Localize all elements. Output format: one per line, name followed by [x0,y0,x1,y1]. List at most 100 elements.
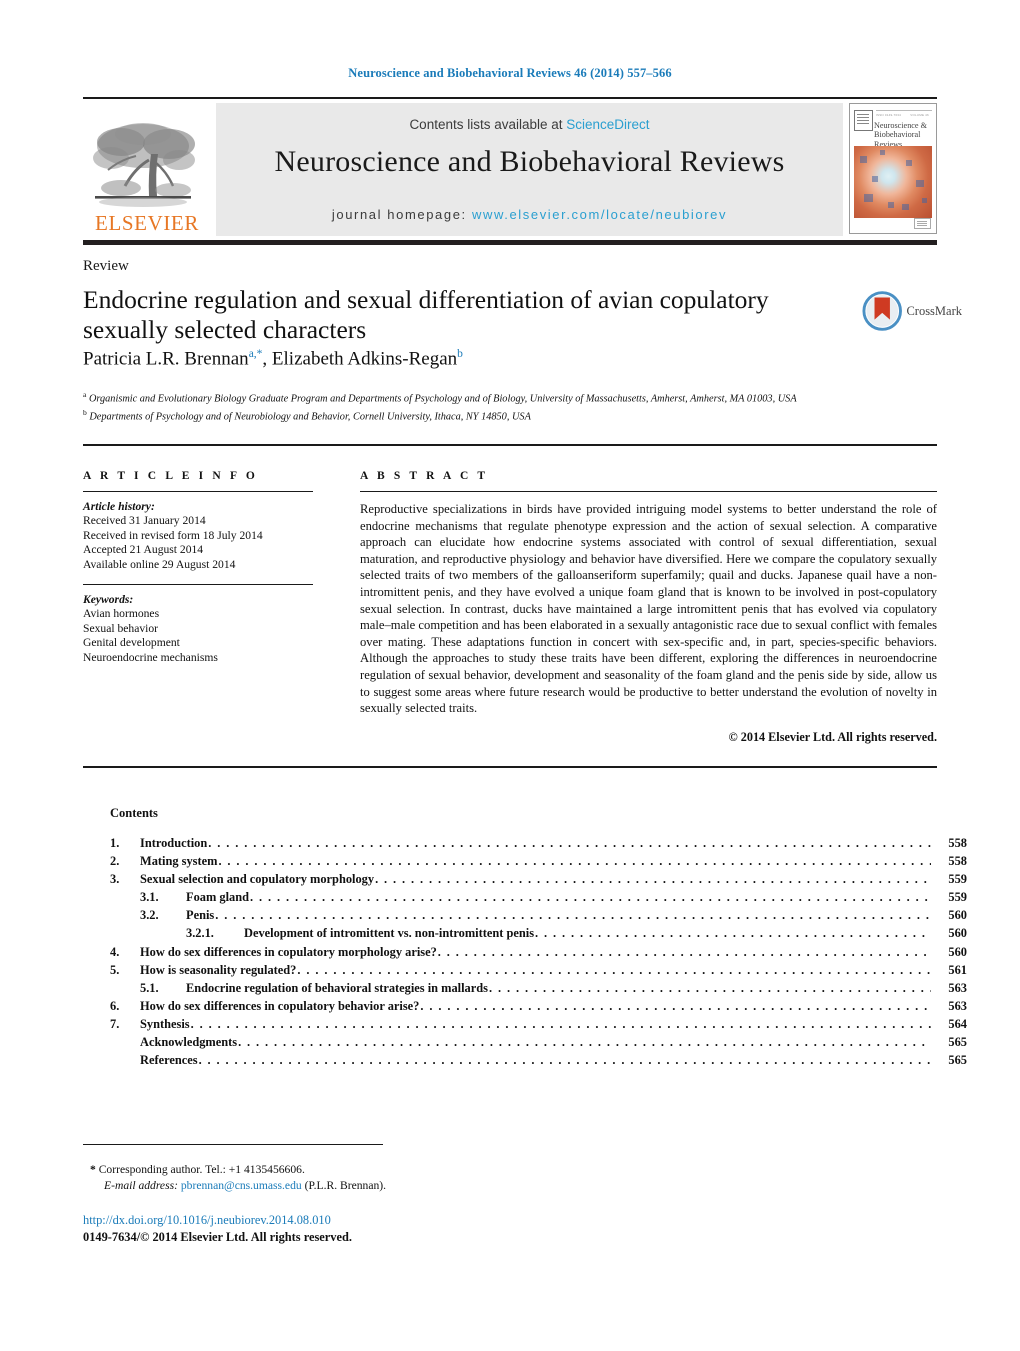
toc-row-label[interactable]: How is seasonality regulated? [140,963,296,978]
author-list: Patricia L.R. Brennana,*, Elizabeth Adki… [83,348,463,370]
corresponding-author-note: * Corresponding author. Tel.: +1 4135456… [90,1162,710,1193]
cover-journal-title: Neuroscience & Biobehavioral Reviews [874,121,927,149]
toc-row-page: 564 [948,1016,967,1031]
toc-row-number: 3. [110,872,120,887]
toc-leader-dots: . . . . . . . . . . . . . . . . . . . . … [535,926,931,941]
toc-row[interactable]: 3.2. Penis. . . . . . . . . . . . . . . .… [110,908,967,926]
keywords-block: Keywords: Avian hormones Sexual behavior… [83,593,313,665]
email-label: E-mail address: [104,1178,178,1192]
article-info-heading: A R T I C L E I N F O [83,470,258,482]
article-info-column: A R T I C L E I N F O Article history: R… [83,470,313,665]
toc-row-label[interactable]: How do sex differences in copulatory mor… [140,945,437,960]
article-history-label: Article history: [83,500,155,513]
toc-row-page: 558 [948,854,967,869]
toc-row[interactable]: 4. How do sex differences in copulatory m… [110,945,967,963]
affiliation-b: b Departments of Psychology and of Neuro… [83,406,873,424]
toc-row-label[interactable]: Development of intromittent vs. non-intr… [244,926,534,941]
keyword-item: Avian hormones [83,607,160,621]
table-of-contents: 1. Introduction . . . . . . . . . . . . . … [110,836,967,1071]
toc-row[interactable]: 6. How do sex differences in copulatory b… [110,999,967,1017]
toc-row-label[interactable]: Foam gland [186,890,249,905]
affiliation-b-text: Departments of Psychology and of Neurobi… [89,411,531,423]
toc-row[interactable]: 3.1. Foam gland. . . . . . . . . . . . . … [110,890,967,908]
toc-row-label[interactable]: Mating system [140,854,217,869]
toc-leader-dots: . . . . . . . . . . . . . . . . . . . . … [297,962,931,977]
toc-leader-dots: . . . . . . . . . . . . . . . . . . . . … [218,854,931,869]
toc-row-number: 4. [110,944,120,959]
keywords-label: Keywords: [83,593,134,607]
abstract-bottom-rule [83,766,937,768]
toc-row-page: 558 [948,836,967,850]
journal-band: Contents lists available at ScienceDirec… [216,103,843,236]
corresponding-author-line: * Corresponding author. Tel.: +1 4135456… [90,1162,710,1178]
toc-row-label[interactable]: Sexual selection and copulatory morpholo… [140,872,374,887]
doi-link[interactable]: http://dx.doi.org/10.1016/j.neubiorev.20… [83,1213,331,1228]
toc-row[interactable]: Acknowledgments. . . . . . . . . . . . .… [110,1035,967,1053]
keyword-item: Neuroendocrine mechanisms [83,650,218,664]
footnote-rule [83,1144,383,1145]
email-line: E-mail address: pbrennan@cns.umass.edu (… [90,1178,710,1194]
toc-row-label[interactable]: Endocrine regulation of behavioral strat… [186,981,488,996]
elsevier-tree-icon [93,123,195,207]
email-link[interactable]: pbrennan@cns.umass.edu [181,1179,302,1192]
toc-leader-dots: . . . . . . . . . . . . . . . . . . . . … [488,980,931,995]
toc-row-number: 5.1. [140,980,159,995]
abstract-rule [360,491,937,492]
sciencedirect-link[interactable]: ScienceDirect [566,117,649,132]
page-title: Endocrine regulation and sexual differen… [83,285,769,344]
toc-row[interactable]: 1. Introduction. . . . . . . . . . . . . … [110,836,967,854]
toc-row-label[interactable]: Introduction [140,836,207,851]
toc-row-label[interactable]: References [140,1053,198,1068]
toc-leader-dots: . . . . . . . . . . . . . . . . . . . . … [198,1053,931,1068]
toc-row-label[interactable]: Acknowledgments [140,1035,237,1050]
toc-row-page: 559 [948,890,967,905]
toc-row[interactable]: 7. Synthesis. . . . . . . . . . . . . . .… [110,1017,967,1035]
toc-row-page: 560 [948,944,967,959]
crossmark-badge[interactable]: CrossMark [862,288,962,334]
toc-row[interactable]: 2. Mating system. . . . . . . . . . . . .… [110,854,967,872]
author-one-affil-marker: a,* [248,348,263,360]
crossmark-label: CrossMark [906,303,962,318]
abstract-heading: A B S T R A C T [360,470,489,482]
elsevier-logo: ELSEVIER [83,103,211,236]
toc-row-page: 565 [948,1053,967,1068]
toc-row-number: 1. [110,836,120,850]
affiliation-a: a Organismic and Evolutionary Biology Gr… [83,388,873,406]
toc-row-number: 6. [110,998,120,1013]
cover-masthead-microtext: ISSN 0149-7634 VOLUME 46 [876,113,929,117]
article-info-rule [83,491,313,492]
journal-cover-thumbnail: ISSN 0149-7634 VOLUME 46 Neuroscience & … [849,103,937,234]
history-item: Received in revised form 18 July 2014 [83,528,263,542]
toc-leader-dots: . . . . . . . . . . . . . . . . . . . . … [190,1016,931,1031]
toc-row-label[interactable]: Synthesis [140,1017,190,1032]
affiliation-a-text: Organismic and Evolutionary Biology Grad… [88,393,797,405]
corresponding-author-text: Corresponding author. Tel.: +1 413545660… [98,1163,305,1176]
author-two: , Elizabeth Adkins-Regan [262,348,458,370]
contents-heading: Contents [110,806,158,820]
email-owner: (P.L.R. Brennan). [304,1178,387,1192]
toc-row-label[interactable]: How do sex differences in copulatory beh… [140,999,419,1014]
toc-row[interactable]: References. . . . . . . . . . . . . . . … [110,1053,967,1071]
running-head: Neuroscience and Biobehavioral Reviews 4… [348,66,672,80]
homepage-url-link[interactable]: www.elsevier.com/locate/neubiorev [472,207,727,222]
author-two-affil-marker: b [457,348,463,360]
journal-homepage-line: journal homepage: www.elsevier.com/locat… [216,207,843,222]
masthead-bottom-rule [83,240,937,245]
toc-row-label[interactable]: Penis [186,908,214,923]
toc-row[interactable]: 5.1. Endocrine regulation of behavioral s… [110,981,967,999]
toc-row-page: 561 [948,962,967,977]
toc-row-page: 563 [948,998,967,1013]
toc-row[interactable]: 3.2.1. Development of intromittent vs. no… [110,926,967,944]
cover-footer-mark-icon [914,218,931,229]
homepage-prefix: journal homepage: [331,207,472,222]
toc-leader-dots: . . . . . . . . . . . . . . . . . . . . … [250,890,931,905]
toc-row[interactable]: 5. How is seasonality regulated?. . . . .… [110,963,967,981]
toc-row[interactable]: 3. Sexual selection and copulatory morpho… [110,872,967,890]
cover-top-rule [876,110,932,111]
paper-page: Neuroscience and Biobehavioral Reviews 4… [0,0,1020,1351]
affiliation-a-marker: a [83,390,87,399]
article-type: Review [83,258,129,274]
toc-row-number: 5. [110,962,120,977]
affiliations: a Organismic and Evolutionary Biology Gr… [83,388,873,424]
toc-leader-dots: . . . . . . . . . . . . . . . . . . . . … [420,998,931,1013]
